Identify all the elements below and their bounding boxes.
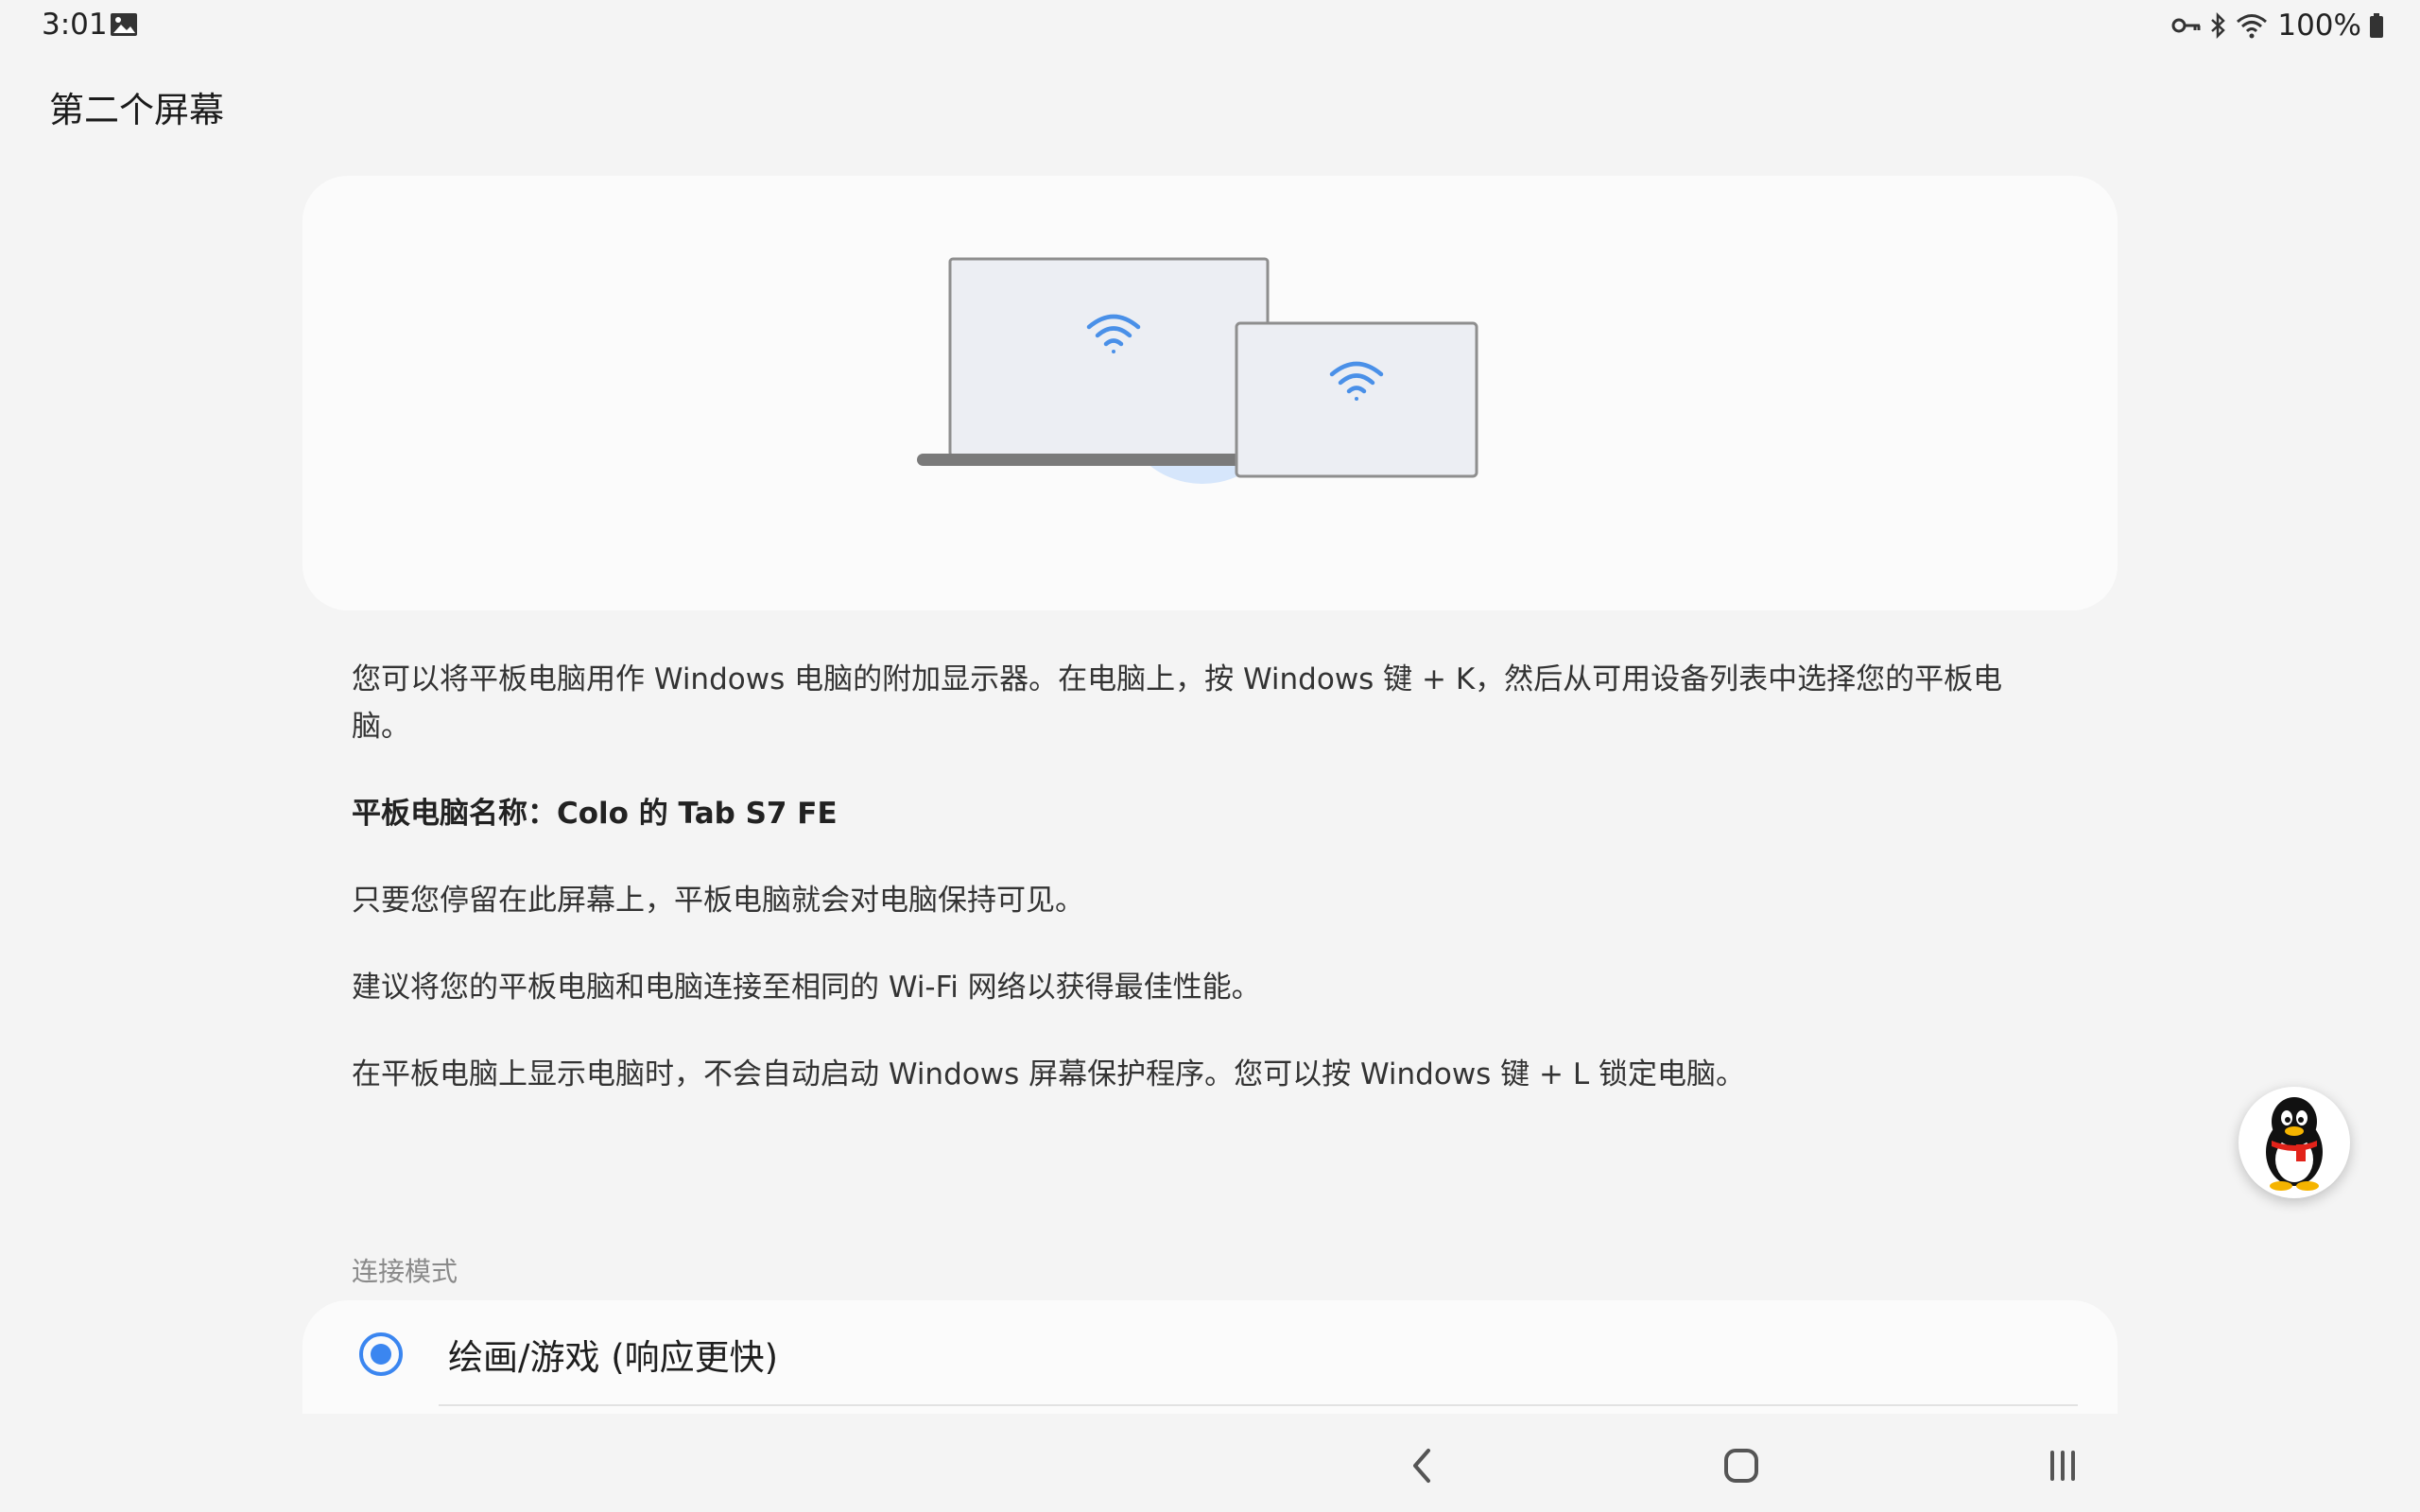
divider [439, 1404, 2078, 1406]
tablet-name-text: 平板电脑名称：Colo 的 Tab S7 FE [352, 797, 838, 831]
description-section: 您可以将平板电脑用作 Windows 电脑的附加显示器。在电脑上，按 Windo… [352, 656, 2044, 1098]
gallery-icon [110, 11, 140, 38]
connection-mode-card: 绘画/游戏 (响应更快) [302, 1300, 2118, 1414]
status-time: 3:01 [42, 8, 108, 42]
bluetooth-icon [2209, 12, 2228, 39]
navigation-bar [0, 1414, 2420, 1512]
floating-chat-bubble[interactable] [2238, 1087, 2350, 1198]
network-tip-text: 建议将您的平板电脑和电脑连接至相同的 Wi-Fi 网络以获得最佳性能。 [352, 971, 1261, 1005]
wifi-icon [2236, 12, 2268, 39]
laptop-and-tablet-illustration [917, 257, 1478, 484]
qq-penguin-icon [2266, 1097, 2323, 1191]
home-icon[interactable] [1713, 1442, 1770, 1489]
page-title: 第二个屏幕 [49, 90, 224, 130]
battery-icon [2369, 12, 2384, 39]
screensaver-tip-text: 在平板电脑上显示电脑时，不会自动启动 Windows 屏幕保护程序。您可以按 W… [352, 1057, 1745, 1091]
radio-button-selected[interactable] [359, 1332, 403, 1376]
intro-text: 您可以将平板电脑用作 Windows 电脑的附加显示器。在电脑上，按 Windo… [352, 662, 2003, 744]
option-label: 绘画/游戏 (响应更快) [448, 1337, 779, 1378]
key-icon [2171, 15, 2202, 36]
radio-dot [371, 1344, 391, 1365]
recents-icon[interactable] [2034, 1442, 2091, 1489]
visibility-text: 只要您停留在此屏幕上，平板电脑就会对电脑保持可见。 [352, 884, 1084, 918]
status-bar: 3:01 100% [0, 0, 2420, 51]
connection-mode-label: 连接模式 [352, 1256, 458, 1287]
back-icon[interactable] [1393, 1442, 1450, 1489]
connection-mode-option[interactable]: 绘画/游戏 (响应更快) [302, 1300, 2118, 1414]
hero-card [302, 176, 2118, 610]
battery-percent: 100% [2277, 9, 2361, 43]
status-icons: 100% [2171, 8, 2384, 43]
